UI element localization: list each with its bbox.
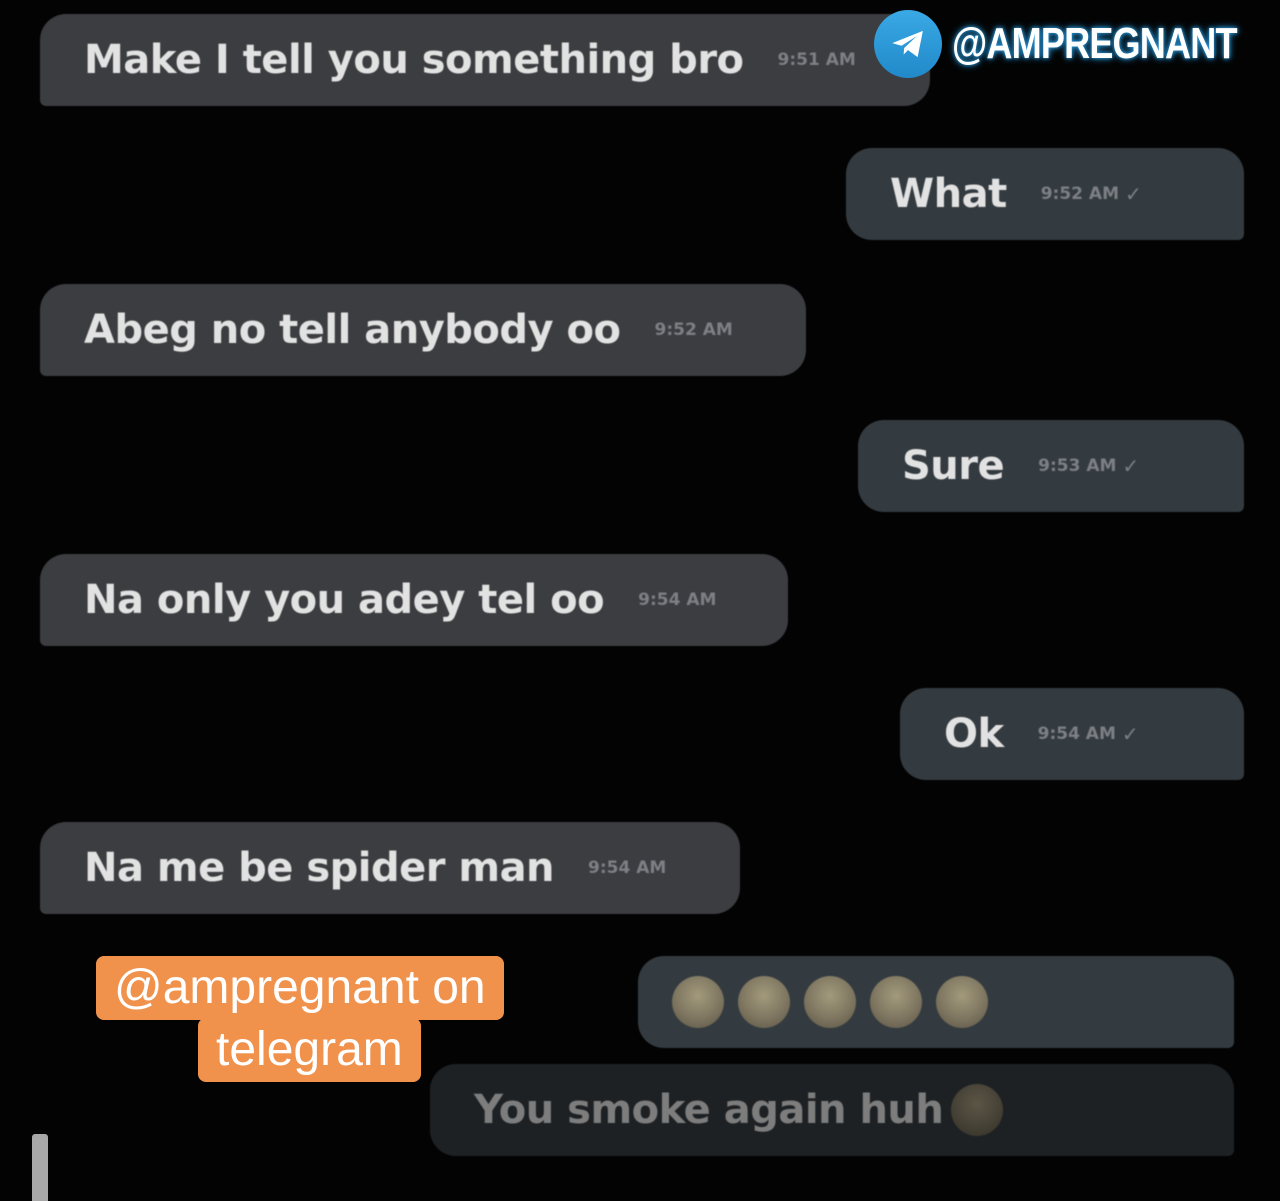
message-text: What (890, 171, 1007, 217)
message-text: Make I tell you something bro (84, 37, 744, 83)
promo-line-1: @ampregnant on (96, 956, 504, 1020)
edge-scroll-indicator (32, 1134, 48, 1201)
message-bubble[interactable]: Na only you adey tel oo 9:54 AM (40, 554, 788, 646)
read-check-icon: ✓ (1121, 722, 1139, 746)
message-time: 9:53 AM (1038, 456, 1117, 476)
skull-emoji-icon (738, 976, 790, 1028)
message-bubble[interactable]: Ok 9:54 AM ✓ (900, 688, 1244, 780)
message-bubble[interactable]: Sure 9:53 AM ✓ (858, 420, 1244, 512)
message-text: Sure (902, 443, 1005, 489)
message-time: 9:54 AM (1037, 724, 1116, 744)
message-bubble[interactable] (638, 956, 1234, 1048)
read-check-icon: ✓ (1125, 182, 1142, 206)
skull-emoji-icon (951, 1084, 1004, 1136)
message-text: Na me be spider man (84, 845, 555, 891)
message-bubble[interactable]: Make I tell you something bro 9:51 AM (40, 14, 930, 106)
watermark-badge: @AMPREGNANT (874, 10, 1280, 78)
watermark-handle: @AMPREGNANT (952, 19, 1238, 68)
message-text: You smoke again huh (474, 1087, 944, 1133)
skull-emoji-icon (804, 976, 856, 1028)
skull-emoji-icon (870, 976, 922, 1028)
promo-caption: @ampregnant on telegram (96, 956, 504, 1082)
message-time: 9:52 AM (654, 320, 733, 340)
promo-line-2: telegram (198, 1018, 421, 1082)
message-text: Abeg no tell anybody oo (84, 307, 621, 353)
message-time: 9:52 AM (1040, 184, 1119, 204)
skull-emoji-icon (936, 976, 988, 1028)
read-check-icon: ✓ (1122, 454, 1140, 478)
message-bubble[interactable]: Abeg no tell anybody oo 9:52 AM (40, 284, 806, 376)
telegram-logo-icon (874, 10, 942, 78)
message-bubble[interactable]: What 9:52 AM ✓ (846, 148, 1244, 240)
message-bubble[interactable]: Na me be spider man 9:54 AM (40, 822, 740, 914)
message-time: 9:54 AM (638, 590, 717, 610)
message-bubble[interactable]: You smoke again huh (430, 1064, 1234, 1156)
message-text: Na only you adey tel oo (84, 577, 605, 623)
message-time: 9:51 AM (777, 50, 856, 70)
message-text: Ok (944, 711, 1004, 757)
message-time: 9:54 AM (588, 858, 667, 878)
skull-emoji-icon (672, 976, 724, 1028)
